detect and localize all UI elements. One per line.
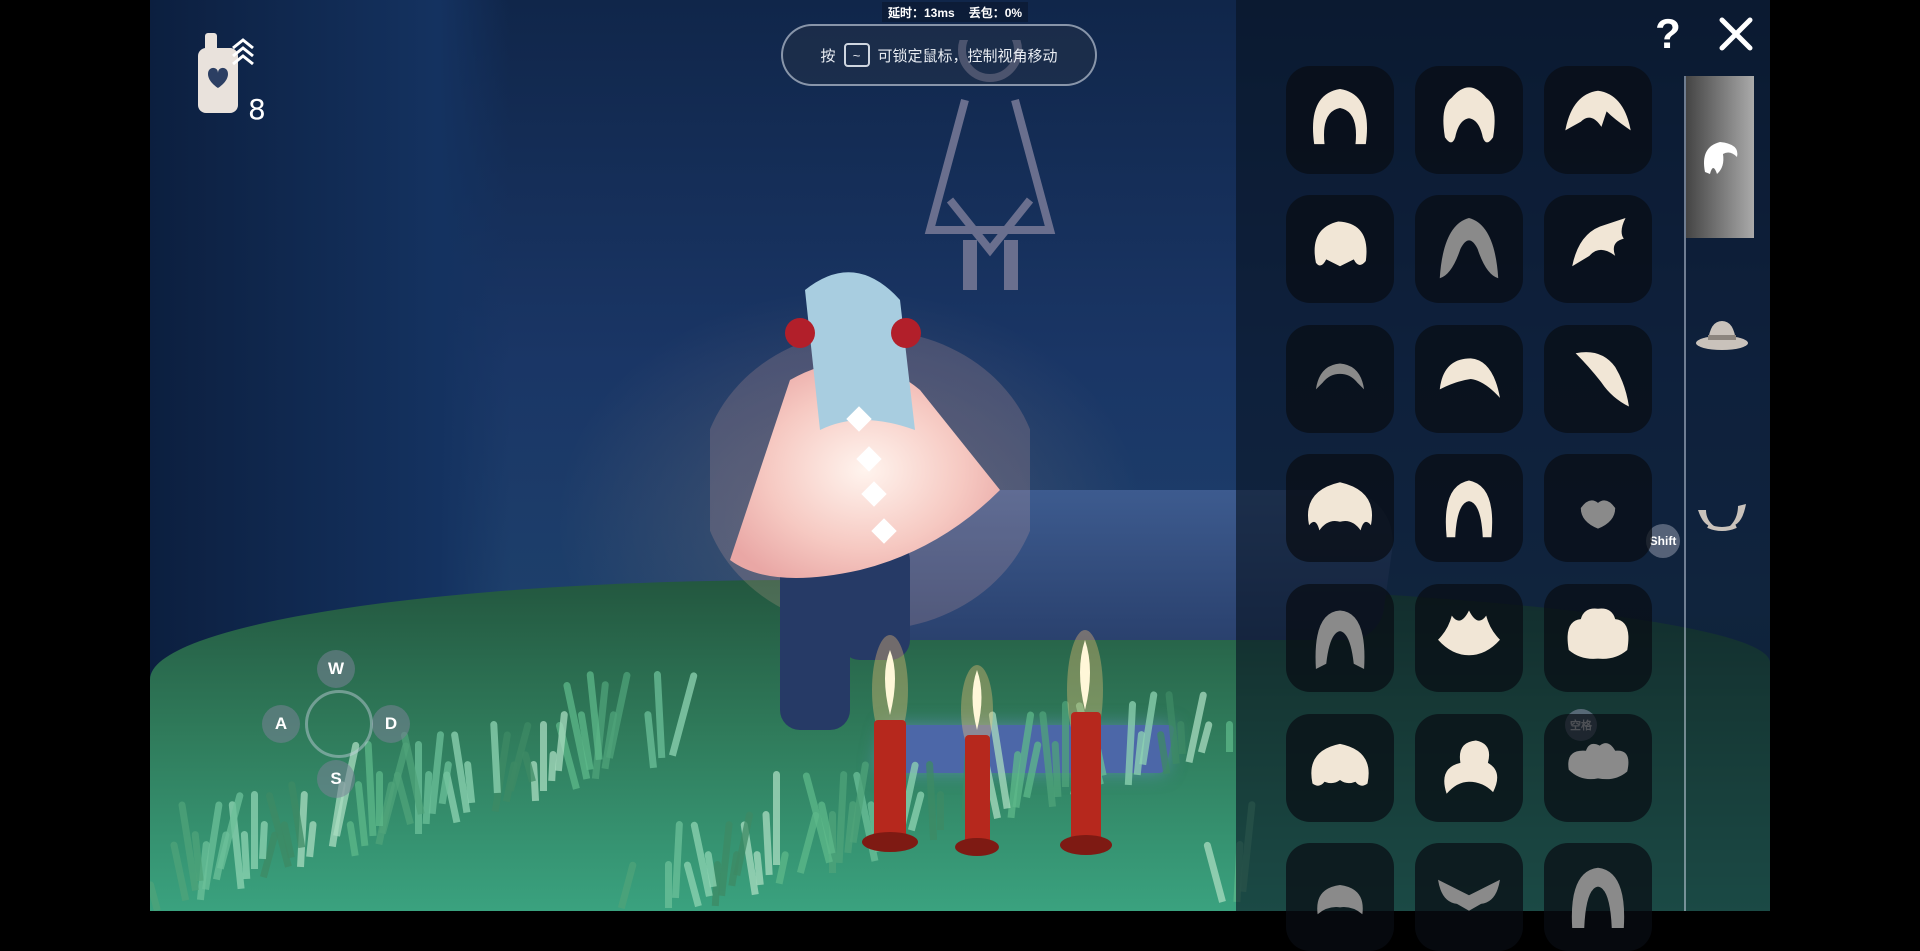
category-tab-hat[interactable] [1692, 310, 1752, 360]
network-stats: 延时：13ms 丢包：0% [882, 2, 1029, 22]
flame-top-hair-icon [1438, 610, 1500, 656]
closet-item-spiky-bang-hair[interactable] [1544, 66, 1652, 174]
move-up-key[interactable]: W [317, 650, 355, 688]
twin-buns-hair-icon [1568, 743, 1629, 780]
grass-blade [937, 791, 944, 830]
red-candle [955, 665, 999, 856]
closet-item-round-puff-hair[interactable] [1286, 714, 1394, 822]
round-fluffy-hair-icon [1314, 221, 1367, 267]
closet-item-dark-bob-hair[interactable] [1286, 843, 1394, 951]
split-long-hair-icon [1439, 218, 1499, 279]
long-dark-hair-icon [1315, 610, 1365, 669]
closet-item-curly-wide-hair[interactable] [1286, 454, 1394, 562]
spiky-bang-hair-icon [1565, 90, 1631, 131]
short-bob-hair-icon [1313, 89, 1367, 145]
grass-blade [150, 880, 161, 911]
packet-loss-readout: 丢包：0% [968, 5, 1023, 20]
category-tab-hair[interactable] [1686, 76, 1754, 238]
bow-hair-icon [1438, 879, 1500, 911]
grass-blade [653, 670, 666, 759]
grass-blade [251, 791, 258, 869]
grass-blade [1156, 730, 1171, 775]
grass-blade [1203, 841, 1226, 903]
red-candle [1060, 630, 1112, 855]
closet-item-twin-buns-hair[interactable] [1544, 714, 1652, 822]
swept-spike-hair-icon [1572, 218, 1626, 267]
grass-blade [1226, 721, 1233, 752]
grass-blade [240, 830, 251, 880]
closet-item-side-swoop-hair[interactable] [1415, 325, 1523, 433]
move-left-key[interactable]: A [262, 705, 300, 743]
closet-item-small-cap-hair[interactable] [1544, 454, 1652, 562]
move-right-key[interactable]: D [372, 705, 410, 743]
movement-joystick[interactable] [305, 690, 373, 758]
closet-item-buzzcut-hair[interactable] [1286, 325, 1394, 433]
closet-item-long-dark-hair[interactable] [1286, 584, 1394, 692]
grass-blade [617, 860, 638, 910]
grass-blade [376, 771, 383, 826]
small-cap-hair-icon [1580, 500, 1616, 529]
grass-blade [665, 861, 672, 908]
pigtails-hair-icon [1443, 87, 1495, 143]
grass-blade [346, 820, 359, 857]
grass-blade [1177, 720, 1186, 755]
top-bun-hair-icon [1444, 740, 1498, 794]
latency-readout: 延时：13ms [888, 5, 955, 20]
closet-item-round-fluffy-hair[interactable] [1286, 195, 1394, 303]
candle-count: 8 [248, 93, 266, 126]
horns-category-icon [1698, 503, 1746, 531]
grass-blade [671, 820, 684, 899]
dark-bob-hair-icon [1317, 884, 1363, 915]
closet-item-short-bob-hair[interactable] [1286, 66, 1394, 174]
curly-wide-hair-icon [1307, 482, 1373, 531]
hint-prefix: 按 [820, 47, 836, 65]
grass-blade [306, 820, 317, 858]
grass-blade [668, 671, 699, 757]
grass-blade [925, 760, 938, 841]
red-candle [862, 635, 918, 852]
closet-item-flame-top-hair[interactable] [1415, 584, 1523, 692]
move-down-key[interactable]: S [317, 760, 355, 798]
grass-blade [773, 771, 780, 865]
round-puff-hair-icon [1311, 743, 1369, 786]
closet-item-hooded-hair[interactable] [1544, 843, 1652, 951]
closet-item-pigtails-hair[interactable] [1415, 66, 1523, 174]
closet-item-bow-hair[interactable] [1415, 843, 1523, 951]
closet-item-long-straight-hair[interactable] [1415, 454, 1523, 562]
closet-item-cloud-puff-hair[interactable] [1544, 584, 1652, 692]
hair-category-icon [1704, 142, 1738, 174]
closet-item-split-long-hair[interactable] [1415, 195, 1523, 303]
closet-item-swept-spike-hair[interactable] [1544, 195, 1652, 303]
category-tab-horns[interactable] [1692, 495, 1752, 540]
long-straight-hair-icon [1445, 480, 1493, 538]
hat-category-icon [1696, 321, 1748, 350]
buzzcut-hair-icon [1315, 363, 1365, 390]
cloud-puff-hair-icon [1567, 608, 1629, 659]
closet-item-feather-tail-hair[interactable] [1544, 325, 1652, 433]
hooded-hair-icon [1571, 867, 1625, 928]
feather-tail-hair-icon [1575, 352, 1629, 407]
side-swoop-hair-icon [1439, 358, 1500, 398]
grass-blade [364, 740, 377, 837]
closet-item-top-bun-hair[interactable] [1415, 714, 1523, 822]
close-icon[interactable] [1716, 14, 1756, 54]
help-button[interactable]: ? [1650, 12, 1686, 56]
grass-blade [762, 810, 773, 876]
hint-text: 可锁定鼠标，控制视角移动 [877, 47, 1058, 65]
grass-blade [644, 710, 657, 769]
grass-blade [1139, 690, 1158, 766]
grass-blade [540, 721, 547, 791]
tilde-key-icon: ~ [843, 43, 870, 67]
mouse-lock-hint: 按 ~ 可锁定鼠标，控制视角移动 [781, 24, 1097, 86]
